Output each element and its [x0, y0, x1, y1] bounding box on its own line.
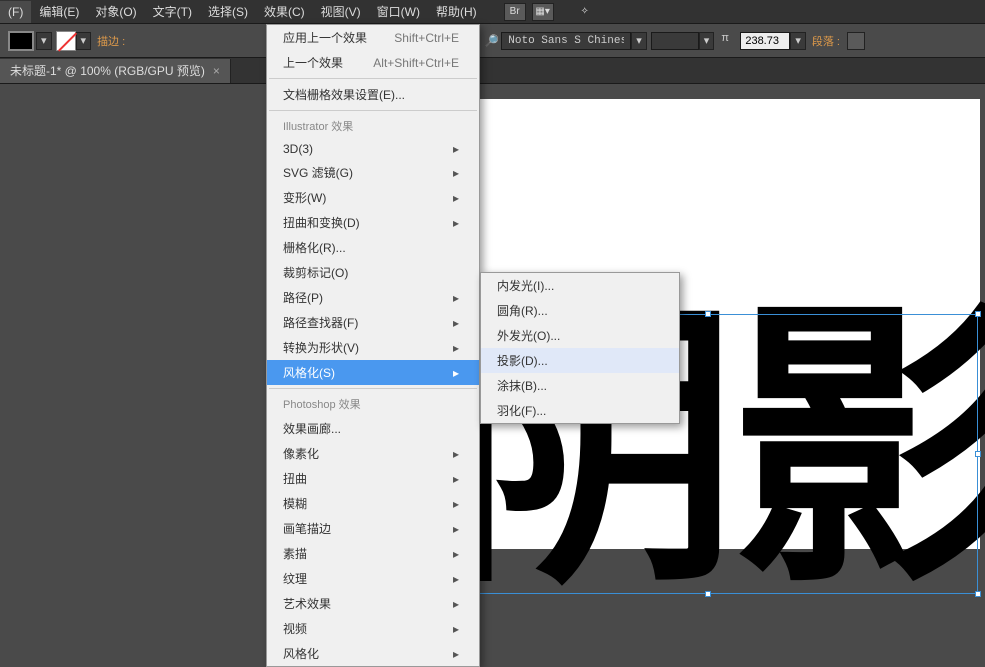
- menubar: (F) 编辑(E) 对象(O) 文字(T) 选择(S) 效果(C) 视图(V) …: [0, 0, 985, 24]
- menu-effect-gallery[interactable]: 效果画廊...: [267, 416, 479, 441]
- menu-stylize-ps[interactable]: 风格化▸: [267, 641, 479, 666]
- font-family-dropdown[interactable]: ▾: [631, 32, 647, 50]
- menu-object[interactable]: 对象(O): [87, 0, 144, 24]
- menu-help[interactable]: 帮助(H): [428, 0, 485, 24]
- menu-path[interactable]: 路径(P)▸: [267, 285, 479, 310]
- menu-brush-strokes[interactable]: 画笔描边▸: [267, 516, 479, 541]
- menu-convert-to-shape[interactable]: 转换为形状(V)▸: [267, 335, 479, 360]
- menu-artistic[interactable]: 艺术效果▸: [267, 591, 479, 616]
- menu-pixelate[interactable]: 像素化▸: [267, 441, 479, 466]
- menu-texture[interactable]: 纹理▸: [267, 566, 479, 591]
- para-label: 段落 :: [812, 33, 840, 49]
- menu-edit[interactable]: 编辑(E): [31, 0, 87, 24]
- font-style-dropdown[interactable]: ▾: [699, 32, 715, 50]
- menu-blur[interactable]: 模糊▸: [267, 491, 479, 516]
- stroke-dropdown[interactable]: ▾: [76, 32, 92, 50]
- document-tab[interactable]: 未标题-1* @ 100% (RGB/GPU 预览) ×: [0, 59, 231, 83]
- stroke-label: 描边 :: [97, 33, 125, 49]
- font-size-icon: π: [721, 32, 739, 50]
- search-font-icon: 🔎: [484, 34, 499, 48]
- feedback-icon[interactable]: ✧: [574, 3, 596, 21]
- menu-document-raster-settings[interactable]: 文档栅格效果设置(E)...: [267, 82, 479, 107]
- align-left-icon[interactable]: [847, 32, 865, 50]
- menu-last-effect[interactable]: 上一个效果Alt+Shift+Ctrl+E: [267, 50, 479, 75]
- menu-type[interactable]: 文字(T): [145, 0, 200, 24]
- submenu-drop-shadow[interactable]: 投影(D)...: [481, 348, 679, 373]
- stylize-submenu: 内发光(I)... 圆角(R)... 外发光(O)... 投影(D)... 涂抹…: [480, 272, 680, 424]
- menu-stylize-ai[interactable]: 风格化(S)▸: [267, 360, 479, 385]
- menu-video[interactable]: 视频▸: [267, 616, 479, 641]
- menu-heading-photoshop: Photoshop 效果: [267, 392, 479, 416]
- stroke-swatch[interactable]: [56, 31, 76, 51]
- menu-rasterize[interactable]: 栅格化(R)...: [267, 235, 479, 260]
- submenu-round-corners[interactable]: 圆角(R)...: [481, 298, 679, 323]
- effects-menu-dropdown: 应用上一个效果Shift+Ctrl+E 上一个效果Alt+Shift+Ctrl+…: [266, 24, 480, 667]
- font-size-input[interactable]: [740, 32, 790, 50]
- menu-view[interactable]: 视图(V): [313, 0, 369, 24]
- fill-dropdown[interactable]: ▾: [36, 32, 52, 50]
- menu-distort-transform[interactable]: 扭曲和变换(D)▸: [267, 210, 479, 235]
- menu-apply-last-effect[interactable]: 应用上一个效果Shift+Ctrl+E: [267, 25, 479, 50]
- submenu-feather[interactable]: 羽化(F)...: [481, 398, 679, 423]
- tab-title: 未标题-1* @ 100% (RGB/GPU 预览): [10, 62, 205, 79]
- menu-select[interactable]: 选择(S): [200, 0, 256, 24]
- menu-distort-ps[interactable]: 扭曲▸: [267, 466, 479, 491]
- submenu-outer-glow[interactable]: 外发光(O)...: [481, 323, 679, 348]
- tab-close-icon[interactable]: ×: [213, 64, 220, 78]
- menu-heading-illustrator: Illustrator 效果: [267, 114, 479, 138]
- font-size-dropdown[interactable]: ▾: [790, 32, 806, 50]
- font-family-input[interactable]: [501, 32, 631, 50]
- menu-3d[interactable]: 3D(3)▸: [267, 138, 479, 160]
- menu-warp[interactable]: 变形(W)▸: [267, 185, 479, 210]
- options-bar: ▾ ▾ 描边 : 字符 : 🔎 ▾ ▾ π ▾ 段落 :: [0, 24, 985, 58]
- menu-crop-marks[interactable]: 裁剪标记(O): [267, 260, 479, 285]
- submenu-scribble[interactable]: 涂抹(B)...: [481, 373, 679, 398]
- menu-effect[interactable]: 效果(C): [256, 0, 313, 24]
- bridge-icon[interactable]: Br: [504, 3, 526, 21]
- font-style-input[interactable]: [651, 32, 699, 50]
- menu-sketch[interactable]: 素描▸: [267, 541, 479, 566]
- menu-svg-filters[interactable]: SVG 滤镜(G)▸: [267, 160, 479, 185]
- menu-pathfinder[interactable]: 路径查找器(F)▸: [267, 310, 479, 335]
- menu-window[interactable]: 窗口(W): [369, 0, 428, 24]
- menu-file[interactable]: (F): [0, 1, 31, 23]
- fill-swatch[interactable]: [8, 31, 34, 51]
- layout-icon[interactable]: ▦▾: [532, 3, 554, 21]
- tab-strip: 未标题-1* @ 100% (RGB/GPU 预览) ×: [0, 58, 985, 84]
- submenu-inner-glow[interactable]: 内发光(I)...: [481, 273, 679, 298]
